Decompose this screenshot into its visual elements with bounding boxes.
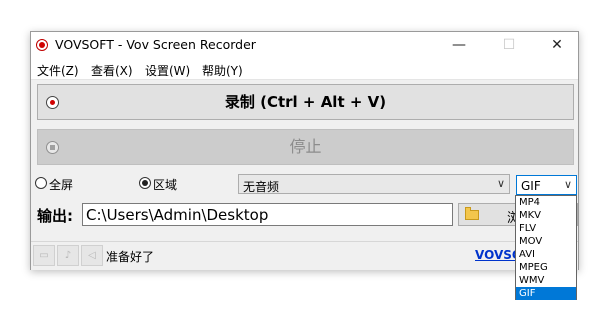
speaker-icon[interactable]: ◁ — [81, 245, 103, 266]
app-record-icon — [36, 39, 48, 51]
format-option-mkv[interactable]: MKV — [516, 209, 576, 222]
format-select-value: GIF — [521, 179, 541, 193]
folder-icon — [465, 207, 479, 220]
audio-select[interactable]: 无音频 ∨ — [238, 174, 510, 194]
menu-settings[interactable]: 设置(W) — [145, 62, 190, 79]
menu-bar: 文件(Z) 查看(X) 设置(W) 帮助(Y) — [31, 59, 578, 80]
status-bar: ▭ ♪ ◁ 准备好了 VOVSO — [31, 241, 578, 270]
region-radio-label: 区域 — [153, 178, 178, 192]
format-select[interactable]: GIF ∨ — [516, 175, 577, 195]
menu-view[interactable]: 查看(X) — [91, 62, 133, 79]
region-radio-circle[interactable] — [139, 177, 151, 189]
chevron-down-icon: ∨ — [563, 178, 572, 191]
region-radio[interactable]: 区域 — [139, 176, 199, 192]
format-option-mp4[interactable]: MP4 — [516, 196, 576, 209]
minimize-button[interactable]: — — [436, 32, 482, 59]
microphone-icon[interactable]: ♪ — [57, 245, 79, 266]
fullscreen-radio-label: 全屏 — [49, 178, 74, 192]
format-option-gif[interactable]: GIF — [516, 287, 576, 300]
fullscreen-radio[interactable]: 全屏 — [35, 176, 95, 192]
format-option-mpeg[interactable]: MPEG — [516, 261, 576, 274]
camera-icon[interactable]: ▭ — [33, 245, 55, 266]
menu-file[interactable]: 文件(Z) — [37, 62, 79, 79]
title-bar[interactable]: VOVSOFT - Vov Screen Recorder — ☐ ✕ — [31, 32, 578, 59]
format-dropdown-list: MP4 MKV FLV MOV AVI MPEG WMV GIF — [515, 195, 577, 300]
audio-select-value: 无音频 — [243, 180, 280, 194]
fullscreen-radio-circle[interactable] — [35, 177, 47, 189]
chevron-down-icon: ∨ — [496, 177, 505, 190]
record-button-label: 录制 (Ctrl + Alt + V) — [224, 93, 387, 111]
format-option-flv[interactable]: FLV — [516, 222, 576, 235]
stop-button-label: 停止 — [289, 137, 322, 156]
output-label: 输出: — [37, 207, 73, 225]
format-option-mov[interactable]: MOV — [516, 235, 576, 248]
output-path-field[interactable]: C:\Users\Admin\Desktop — [82, 203, 453, 226]
close-button[interactable]: ✕ — [534, 32, 580, 59]
app-window: VOVSOFT - Vov Screen Recorder — ☐ ✕ 文件(Z… — [30, 31, 579, 270]
stop-button[interactable]: 停止 — [37, 129, 574, 165]
maximize-button[interactable]: ☐ — [486, 32, 532, 59]
format-option-wmv[interactable]: WMV — [516, 274, 576, 287]
window-title: VOVSOFT - Vov Screen Recorder — [55, 37, 256, 52]
format-option-avi[interactable]: AVI — [516, 248, 576, 261]
menu-help[interactable]: 帮助(Y) — [202, 62, 243, 79]
output-path-value: C:\Users\Admin\Desktop — [86, 206, 269, 224]
status-text: 准备好了 — [106, 250, 155, 264]
record-button[interactable]: 录制 (Ctrl + Alt + V) — [37, 84, 574, 120]
